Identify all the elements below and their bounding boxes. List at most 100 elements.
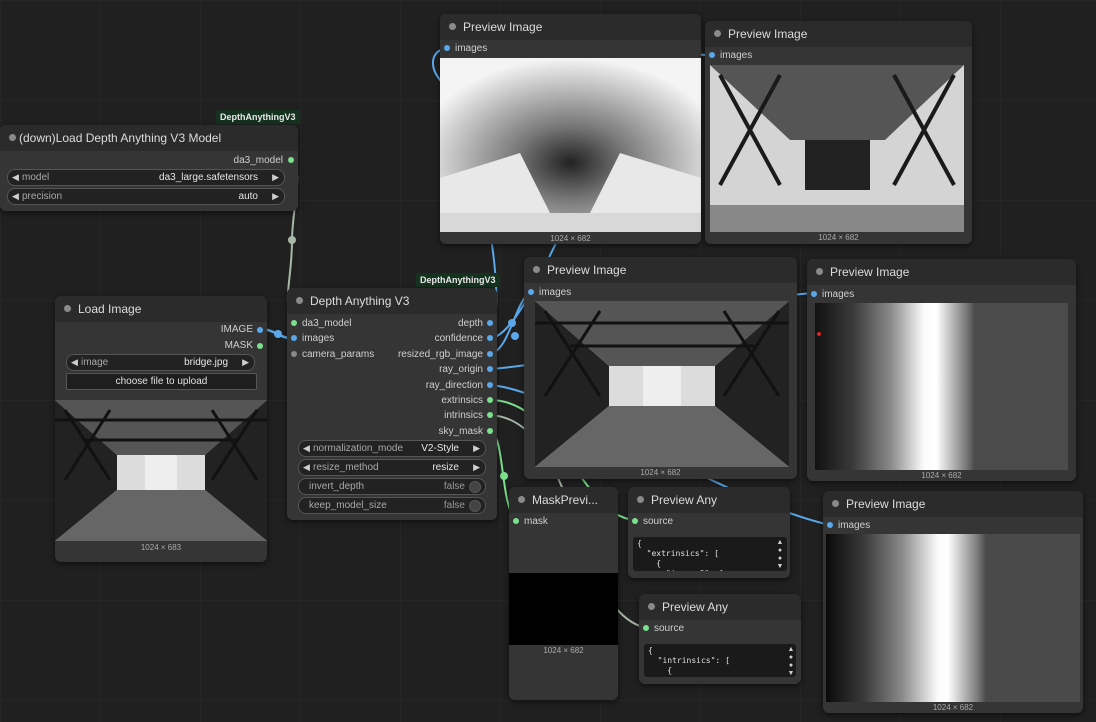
node-title: Preview Image: [547, 263, 627, 277]
scroll-arrows-icon[interactable]: ▲ ● ● ▼: [776, 539, 784, 571]
collapse-dot-icon[interactable]: [533, 266, 540, 273]
node-title: Preview Image: [830, 265, 910, 279]
preview-image-node-ray-direction[interactable]: Preview Image images 1024 × 682: [823, 491, 1083, 713]
input-socket[interactable]: [291, 320, 297, 326]
arrow-right-icon[interactable]: ▶: [242, 357, 249, 368]
depth-anything-node[interactable]: Depth Anything V3 da3_model images camer…: [287, 288, 497, 520]
input-socket[interactable]: [291, 335, 297, 341]
arrow-right-icon[interactable]: ▶: [272, 191, 279, 202]
node-title: Preview Image: [846, 497, 926, 511]
arrow-left-icon[interactable]: ◀: [71, 357, 78, 368]
node-header[interactable]: Preview Image: [440, 14, 701, 40]
output-socket[interactable]: [487, 412, 493, 418]
input-socket[interactable]: [444, 45, 450, 51]
output-socket[interactable]: [487, 428, 493, 434]
input-label: da3_model: [302, 318, 352, 329]
input-label: source: [643, 516, 674, 527]
output-socket[interactable]: [257, 327, 263, 333]
normalization-mode-select[interactable]: ◀ normalization_mode V2-Style ▶: [298, 440, 486, 457]
input-socket[interactable]: [291, 351, 297, 357]
node-header[interactable]: Preview Image: [807, 259, 1076, 285]
output-socket[interactable]: [487, 382, 493, 388]
input-socket[interactable]: [827, 522, 833, 528]
output-label: MASK: [224, 340, 253, 351]
output-socket[interactable]: [487, 366, 493, 372]
preview-any-node-extrinsics[interactable]: Preview Any source { "extrinsics": [ { "…: [628, 487, 790, 578]
collapse-dot-icon[interactable]: [832, 500, 839, 507]
output-label: depth: [457, 318, 483, 329]
arrow-right-icon[interactable]: ▶: [272, 172, 279, 183]
node-header[interactable]: MaskPrevi...: [509, 487, 618, 513]
output-label: sky_mask: [438, 426, 483, 437]
collapse-dot-icon[interactable]: [449, 23, 456, 30]
node-title: Depth Anything V3: [310, 294, 410, 308]
json-output-text[interactable]: { "intrinsics": [ { "image_0": [: [644, 644, 796, 677]
node-header[interactable]: Depth Anything V3: [287, 288, 497, 314]
json-output-text[interactable]: { "extrinsics": [ { "image_0": [: [633, 537, 787, 571]
widget-label: precision: [22, 191, 63, 202]
input-socket[interactable]: [643, 625, 649, 631]
node-header[interactable]: Preview Any: [628, 487, 790, 513]
collapse-dot-icon[interactable]: [64, 305, 71, 312]
collapse-dot-icon[interactable]: [637, 496, 644, 503]
arrow-right-icon[interactable]: ▶: [473, 462, 480, 473]
preview-image-node-ray-origin[interactable]: Preview Image images 1024 × 682: [807, 259, 1076, 481]
toggle-knob-icon[interactable]: [469, 500, 481, 512]
image-size-label: 1024 × 682: [543, 646, 584, 655]
model-select[interactable]: ◀ model da3_large.safetensors ▶: [7, 169, 285, 186]
collapse-dot-icon[interactable]: [9, 134, 16, 141]
scroll-arrows-icon[interactable]: ▲ ● ● ▼: [787, 646, 795, 678]
collapse-dot-icon[interactable]: [714, 30, 721, 37]
node-header[interactable]: Preview Image: [705, 21, 972, 47]
widget-label: normalization_mode: [313, 443, 404, 454]
toggle-knob-icon[interactable]: [469, 481, 481, 493]
upload-button[interactable]: choose file to upload: [66, 373, 257, 390]
preview-any-node-intrinsics[interactable]: Preview Any source { "intrinsics": [ { "…: [639, 594, 801, 684]
output-socket[interactable]: [487, 397, 493, 403]
invert-depth-toggle[interactable]: invert_depth false: [298, 478, 486, 495]
node-header[interactable]: Preview Any: [639, 594, 801, 620]
node-title: Preview Any: [662, 600, 729, 614]
input-socket[interactable]: [513, 518, 519, 524]
arrow-right-icon[interactable]: ▶: [473, 443, 480, 454]
preview-image-node-depth[interactable]: Preview Image images 1024 × 682: [440, 14, 701, 244]
preview-image-node-confidence[interactable]: Preview Image images 1024 × 682: [705, 21, 972, 244]
precision-select[interactable]: ◀ precision auto ▶: [7, 188, 285, 205]
preview-image-node-rgb[interactable]: Preview Image images 1024 × 682: [524, 257, 797, 479]
load-model-node[interactable]: (down)Load Depth Anything V3 Model da3_m…: [0, 125, 298, 211]
collapse-dot-icon[interactable]: [648, 603, 655, 610]
keep-model-size-toggle[interactable]: keep_model_size false: [298, 497, 486, 514]
arrow-left-icon[interactable]: ◀: [303, 443, 310, 454]
output-label: da3_model: [233, 155, 283, 166]
widget-label: image: [81, 357, 109, 368]
input-socket[interactable]: [528, 289, 534, 295]
bridge-photo: [535, 301, 789, 467]
collapse-dot-icon[interactable]: [518, 496, 525, 503]
mask-preview-node[interactable]: MaskPrevi... mask 1024 × 682: [509, 487, 618, 700]
node-header[interactable]: Load Image: [55, 296, 267, 322]
arrow-left-icon[interactable]: ◀: [12, 191, 19, 202]
load-image-node[interactable]: Load Image IMAGE MASK ◀ image bridge.jpg…: [55, 296, 267, 562]
collapse-dot-icon[interactable]: [816, 268, 823, 275]
arrow-left-icon[interactable]: ◀: [12, 172, 19, 183]
output-socket[interactable]: [288, 157, 294, 163]
input-label: images: [539, 287, 572, 298]
output-socket[interactable]: [257, 343, 263, 349]
collapse-dot-icon[interactable]: [296, 297, 303, 304]
node-header[interactable]: Preview Image: [823, 491, 1083, 517]
input-socket[interactable]: [709, 52, 715, 58]
node-header[interactable]: (down)Load Depth Anything V3 Model: [0, 125, 298, 151]
output-socket[interactable]: [487, 335, 493, 341]
resize-method-select[interactable]: ◀ resize_method resize ▶: [298, 459, 486, 476]
output-socket[interactable]: [487, 320, 493, 326]
image-select[interactable]: ◀ image bridge.jpg ▶: [66, 354, 255, 371]
output-label: IMAGE: [220, 324, 253, 335]
input-label: images: [838, 520, 871, 531]
input-socket[interactable]: [811, 291, 817, 297]
node-header[interactable]: Preview Image: [524, 257, 797, 283]
image-size-label: 1024 × 683: [140, 543, 182, 552]
output-socket[interactable]: [487, 351, 493, 357]
image-preview: [55, 400, 267, 541]
arrow-left-icon[interactable]: ◀: [303, 462, 310, 473]
input-socket[interactable]: [632, 518, 638, 524]
